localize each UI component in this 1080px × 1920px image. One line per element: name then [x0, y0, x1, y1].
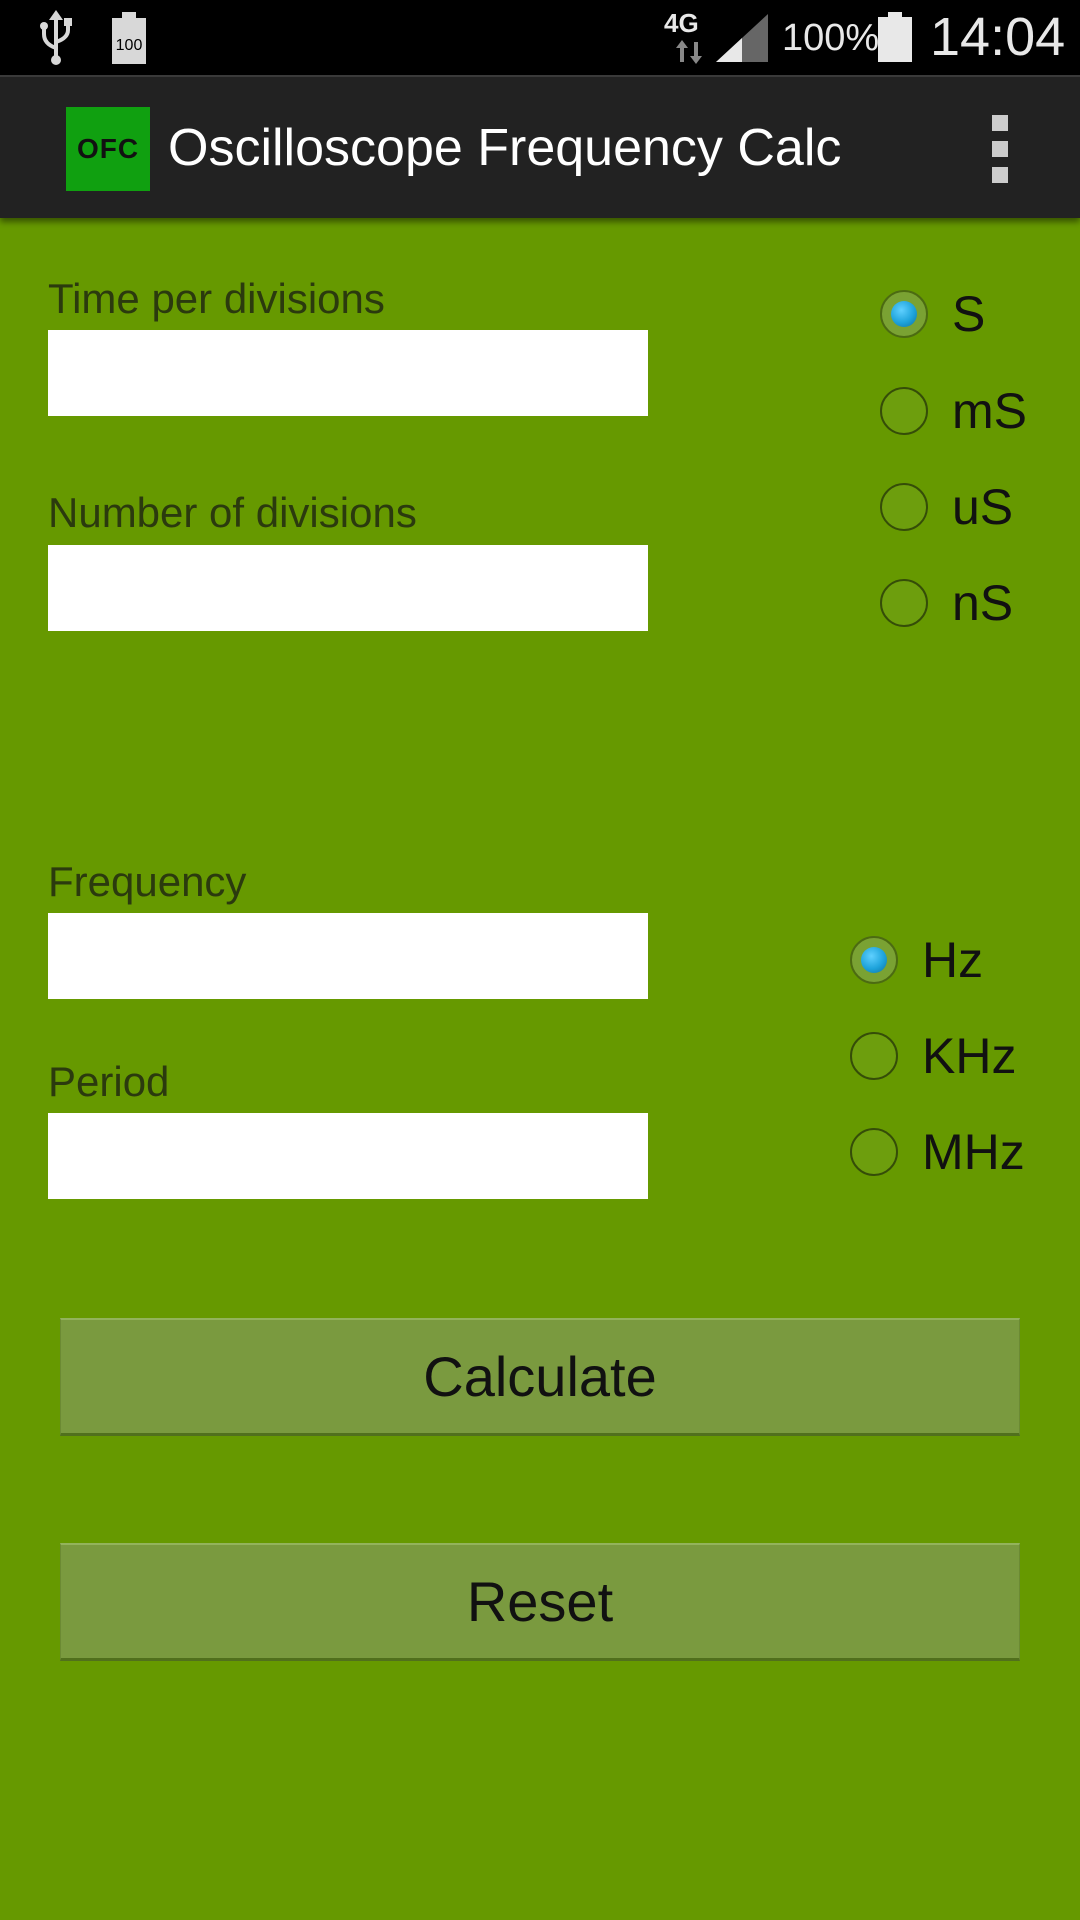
time-unit-s-radio[interactable]: S: [880, 284, 985, 344]
freq-unit-mhz-radio[interactable]: MHz: [850, 1122, 1025, 1182]
clock: 14:04: [930, 7, 1066, 67]
freq-unit-label: MHz: [922, 1124, 1025, 1180]
radio-selected-icon: [850, 936, 898, 984]
freq-unit-label: Hz: [922, 932, 984, 988]
usb-icon: [40, 10, 72, 65]
period-input[interactable]: [48, 1113, 648, 1199]
app-logo-text: OFC: [76, 133, 140, 164]
battery-percent: 100%: [782, 17, 880, 59]
app-logo-icon: OFC: [66, 107, 150, 191]
radio-unselected-icon: [850, 1032, 898, 1080]
action-bar: OFC Oscilloscope Frequency Calc: [0, 75, 1080, 218]
battery-icon: [878, 12, 912, 62]
period-label: Period: [48, 1058, 170, 1105]
freq-unit-khz-radio[interactable]: KHz: [850, 1026, 1016, 1086]
time-per-divisions-label: Time per divisions: [48, 275, 385, 322]
calculate-button[interactable]: Calculate: [60, 1318, 1020, 1436]
time-unit-ns-radio[interactable]: nS: [880, 573, 1013, 633]
time-unit-us-radio[interactable]: uS: [880, 477, 1013, 537]
overflow-menu-icon[interactable]: [980, 115, 1020, 185]
time-unit-ms-radio[interactable]: mS: [880, 381, 1027, 441]
time-per-divisions-input[interactable]: [48, 330, 648, 416]
freq-unit-hz-radio[interactable]: Hz: [850, 930, 983, 990]
frequency-label: Frequency: [48, 858, 247, 905]
frequency-input[interactable]: [48, 913, 648, 999]
time-unit-label: uS: [952, 479, 1014, 535]
battery-small-label: 100: [116, 37, 143, 54]
number-of-divisions-label: Number of divisions: [48, 489, 417, 536]
time-unit-label: S: [952, 286, 986, 342]
radio-unselected-icon: [880, 579, 928, 627]
freq-unit-label: KHz: [922, 1028, 1017, 1084]
app-title: Oscilloscope Frequency Calc: [168, 119, 842, 177]
reset-button[interactable]: Reset: [60, 1543, 1020, 1661]
radio-unselected-icon: [880, 387, 928, 435]
radio-unselected-icon: [850, 1128, 898, 1176]
status-bar: 100 4G 100% 14:04: [0, 0, 1080, 75]
number-of-divisions-input[interactable]: [48, 545, 648, 631]
network-label: 4G: [664, 8, 699, 38]
time-unit-label: mS: [952, 383, 1027, 439]
radio-selected-icon: [880, 290, 928, 338]
time-unit-label: nS: [952, 575, 1014, 631]
radio-unselected-icon: [880, 483, 928, 531]
network-4g-icon: 4G: [664, 8, 710, 66]
battery-status-icon: 100: [112, 12, 146, 64]
signal-icon: [716, 14, 768, 62]
